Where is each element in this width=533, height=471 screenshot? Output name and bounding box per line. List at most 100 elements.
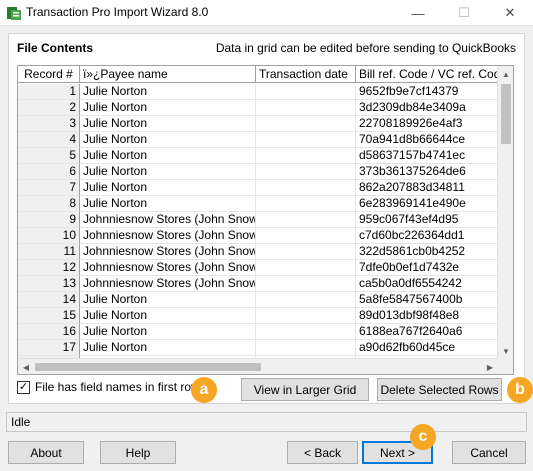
table-row[interactable]: 12 Johnniesnow Stores (John Snow) 7dfe0b0e… (18, 260, 498, 276)
date-cell[interactable] (256, 164, 356, 180)
ref-code-cell[interactable]: 7dfe0b0ef1d7432e (356, 260, 498, 276)
ref-code-cell[interactable]: 9652fb9e7cf14379 (356, 84, 498, 100)
table-row[interactable]: 2 Julie Norton 3d2309db84e3409a (18, 100, 498, 116)
ref-code-cell[interactable]: c7d60bc226364dd1 (356, 228, 498, 244)
date-cell[interactable] (256, 276, 356, 292)
about-button[interactable]: About (8, 441, 84, 464)
horizontal-scroll-thumb[interactable] (35, 363, 261, 371)
ref-code-cell[interactable]: 322d5861cb0b4252 (356, 244, 498, 260)
payee-cell[interactable]: Julie Norton (80, 116, 256, 132)
ref-code-cell[interactable]: d58637157b4741ec (356, 148, 498, 164)
payee-cell[interactable]: Julie Norton (80, 308, 256, 324)
first-row-checkbox[interactable]: ✓ (17, 380, 30, 394)
payee-cell[interactable]: Julie Norton (80, 148, 256, 164)
payee-cell[interactable]: Johnniesnow Stores (John Snow) (80, 212, 256, 228)
table-row[interactable]: 5 Julie Norton d58637157b4741ec (18, 148, 498, 164)
payee-cell[interactable]: Julie Norton (80, 292, 256, 308)
date-cell[interactable] (256, 116, 356, 132)
record-cell[interactable]: 7 (18, 180, 80, 196)
scroll-right-icon[interactable]: ▶ (482, 359, 498, 374)
table-row[interactable]: 4 Julie Norton 70a941d8b66644ce (18, 132, 498, 148)
table-row[interactable]: 8 Julie Norton 6e283969141e490e (18, 196, 498, 212)
ref-code-cell[interactable]: 70a941d8b66644ce (356, 132, 498, 148)
ref-code-cell[interactable]: 6e283969141e490e (356, 196, 498, 212)
record-cell[interactable]: 14 (18, 292, 80, 308)
table-row[interactable]: 15 Julie Norton 89d013dbf98f48e8 (18, 308, 498, 324)
column-header-date[interactable]: Transaction date (256, 66, 356, 83)
payee-cell[interactable]: Johnniesnow Stores (John Snow) (80, 260, 256, 276)
back-button[interactable]: < Back (287, 441, 358, 464)
ref-code-cell[interactable]: a90d62fb60d45ce (356, 340, 498, 356)
record-cell[interactable]: 2 (18, 100, 80, 116)
ref-code-cell[interactable]: 3d2309db84e3409a (356, 100, 498, 116)
date-cell[interactable] (256, 340, 356, 356)
maximize-button[interactable]: ☐ (441, 0, 487, 26)
payee-cell[interactable]: Johnniesnow Stores (John Snow) (80, 228, 256, 244)
record-cell[interactable]: 11 (18, 244, 80, 260)
ref-code-cell[interactable]: 5a8fe5847567400b (356, 292, 498, 308)
table-row[interactable]: 1 Julie Norton 9652fb9e7cf14379 (18, 84, 498, 100)
data-grid[interactable]: Record # ï»¿Payee name Transaction date … (17, 65, 514, 375)
payee-cell[interactable]: Johnniesnow Stores (John Snow) (80, 244, 256, 260)
table-row[interactable]: 17 Julie Norton a90d62fb60d45ce (18, 340, 498, 356)
table-row[interactable]: 6 Julie Norton 373b361375264de6 (18, 164, 498, 180)
column-header-ref[interactable]: Bill ref. Code / VC ref. Code (356, 66, 498, 83)
record-cell[interactable]: 3 (18, 116, 80, 132)
record-cell[interactable]: 8 (18, 196, 80, 212)
payee-cell[interactable]: Julie Norton (80, 196, 256, 212)
payee-cell[interactable]: Julie Norton (80, 164, 256, 180)
record-cell[interactable]: 16 (18, 324, 80, 340)
date-cell[interactable] (256, 180, 356, 196)
ref-code-cell[interactable]: 373b361375264de6 (356, 164, 498, 180)
record-cell[interactable]: 12 (18, 260, 80, 276)
table-row[interactable]: 14 Julie Norton 5a8fe5847567400b (18, 292, 498, 308)
date-cell[interactable] (256, 212, 356, 228)
table-row[interactable]: 3 Julie Norton 22708189926e4af3 (18, 116, 498, 132)
date-cell[interactable] (256, 292, 356, 308)
payee-cell[interactable]: Julie Norton (80, 180, 256, 196)
date-cell[interactable] (256, 308, 356, 324)
table-row[interactable]: 13 Johnniesnow Stores (John Snow) ca5b0a0d… (18, 276, 498, 292)
date-cell[interactable] (256, 260, 356, 276)
record-cell[interactable]: 10 (18, 228, 80, 244)
horizontal-scrollbar[interactable]: ◀ ▶ (18, 358, 498, 374)
payee-cell[interactable]: Johnniesnow Stores (John Snow) (80, 276, 256, 292)
table-row[interactable]: 11 Johnniesnow Stores (John Snow) 322d5861… (18, 244, 498, 260)
record-cell[interactable]: 13 (18, 276, 80, 292)
record-cell[interactable]: 4 (18, 132, 80, 148)
minimize-button[interactable]: — (395, 0, 441, 26)
table-row[interactable]: 7 Julie Norton 862a207883d34811 (18, 180, 498, 196)
vertical-scrollbar[interactable]: ▲ ▼ (497, 66, 513, 359)
date-cell[interactable] (256, 196, 356, 212)
table-row[interactable]: 10 Johnniesnow Stores (John Snow) c7d60bc2… (18, 228, 498, 244)
table-row[interactable]: 16 Julie Norton 6188ea767f2640a6 (18, 324, 498, 340)
ref-code-cell[interactable]: 6188ea767f2640a6 (356, 324, 498, 340)
scroll-down-icon[interactable]: ▼ (498, 343, 513, 359)
help-button[interactable]: Help (100, 441, 176, 464)
ref-code-cell[interactable]: 22708189926e4af3 (356, 116, 498, 132)
column-header-payee[interactable]: ï»¿Payee name (80, 66, 256, 83)
record-cell[interactable]: 6 (18, 164, 80, 180)
column-header-record[interactable]: Record # (18, 66, 80, 83)
payee-cell[interactable]: Julie Norton (80, 324, 256, 340)
date-cell[interactable] (256, 244, 356, 260)
view-larger-grid-button[interactable]: View in Larger Grid (241, 378, 369, 401)
ref-code-cell[interactable]: ca5b0a0df6554242 (356, 276, 498, 292)
close-button[interactable]: ✕ (487, 0, 533, 26)
first-row-checkbox-label[interactable]: File has field names in first row (35, 380, 200, 394)
record-cell[interactable]: 17 (18, 340, 80, 356)
first-row-checkbox-group[interactable]: ✓ File has field names in first row (17, 380, 200, 394)
payee-cell[interactable]: Julie Norton (80, 132, 256, 148)
ref-code-cell[interactable]: 862a207883d34811 (356, 180, 498, 196)
payee-cell[interactable]: Julie Norton (80, 100, 256, 116)
scroll-left-icon[interactable]: ◀ (18, 359, 34, 374)
table-row[interactable]: 9 Johnniesnow Stores (John Snow) 959c067f4… (18, 212, 498, 228)
vertical-scroll-thumb[interactable] (501, 84, 511, 144)
date-cell[interactable] (256, 84, 356, 100)
record-cell[interactable]: 5 (18, 148, 80, 164)
date-cell[interactable] (256, 100, 356, 116)
date-cell[interactable] (256, 228, 356, 244)
date-cell[interactable] (256, 324, 356, 340)
date-cell[interactable] (256, 148, 356, 164)
record-cell[interactable]: 9 (18, 212, 80, 228)
